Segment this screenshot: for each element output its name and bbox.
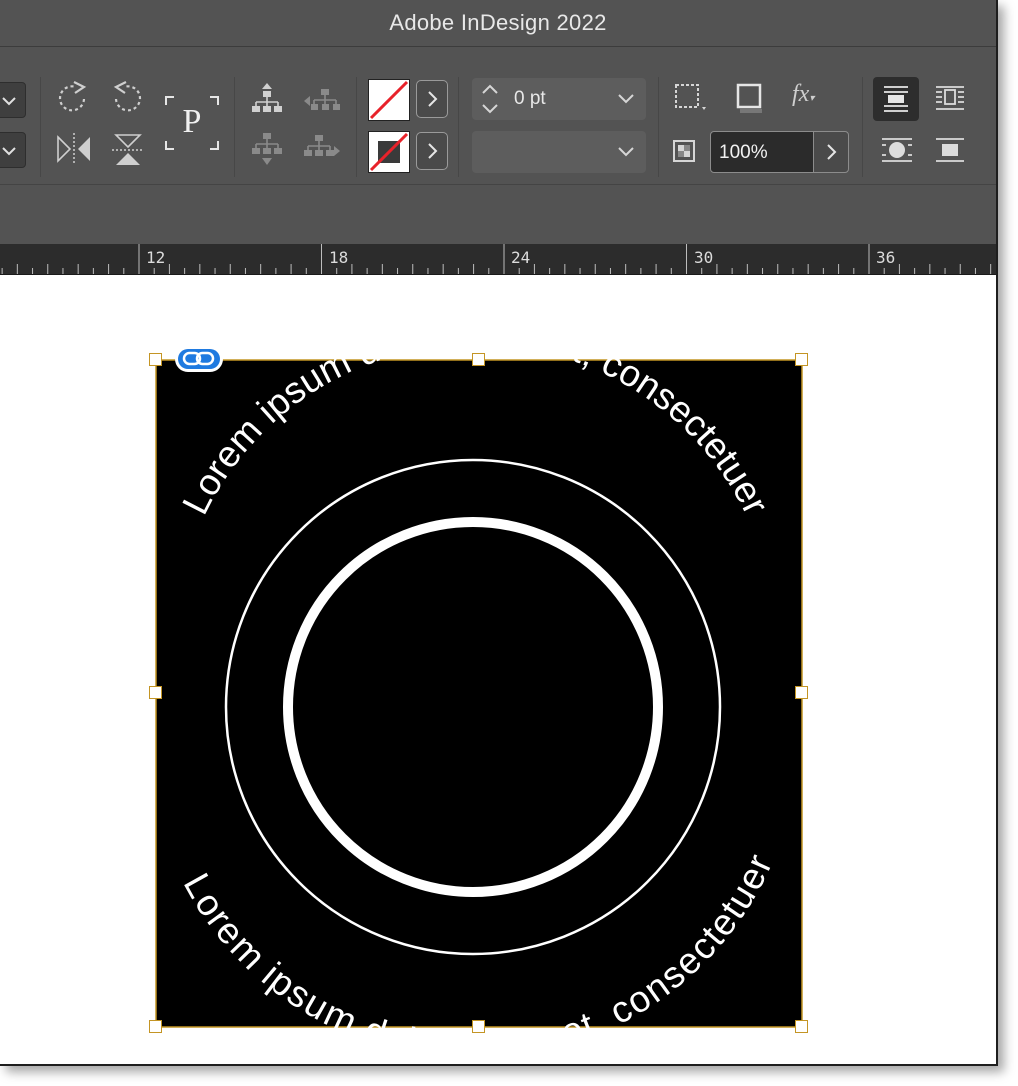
fx-effects-button[interactable]: fx▾ <box>792 81 832 115</box>
none-color-icon <box>369 80 409 120</box>
paragraph-proxy-icon[interactable]: P <box>164 95 220 151</box>
chevron-right-icon <box>827 144 837 160</box>
resize-handle-top-left[interactable] <box>149 353 162 366</box>
ruler-label: 30 <box>694 248 714 267</box>
none-stroke-icon <box>369 132 409 172</box>
stroke-swatch[interactable] <box>368 131 410 173</box>
select-previous-object-icon[interactable] <box>302 81 342 115</box>
stroke-weight-value: 0 pt <box>514 88 546 109</box>
reference-point-dropdown[interactable] <box>0 82 26 118</box>
panel-area <box>0 184 996 245</box>
opacity-icon <box>673 140 695 162</box>
chevron-down-icon <box>618 147 634 157</box>
no-text-wrap-button[interactable] <box>873 77 919 121</box>
control-panel: P 0 pt fx▾ 100% <box>0 47 996 184</box>
chevron-down-icon <box>2 97 16 106</box>
flip-vertical-icon[interactable] <box>108 131 148 169</box>
resize-handle-left[interactable] <box>149 686 162 699</box>
chevron-down-icon <box>2 147 16 156</box>
select-content-icon[interactable] <box>250 131 284 167</box>
shear-dropdown[interactable] <box>0 132 26 168</box>
ruler-label: 18 <box>329 248 349 267</box>
resize-handle-top-right[interactable] <box>795 353 808 366</box>
opacity-value: 100% <box>719 142 768 163</box>
proxy-letter: P <box>182 103 202 140</box>
opacity-menu-button[interactable] <box>813 131 849 173</box>
page-artwork: Lorem ipsum dolor sit amet, consectetuer… <box>155 312 803 1064</box>
rotate-clockwise-icon[interactable] <box>54 79 94 115</box>
opacity-input[interactable]: 100% <box>710 131 814 173</box>
stroke-swatch-menu-button[interactable] <box>416 132 448 170</box>
wrap-around-object-shape-icon[interactable] <box>878 131 918 171</box>
stroke-weight-field[interactable]: 0 pt <box>472 78 646 120</box>
shadow-frame-icon[interactable] <box>732 79 768 117</box>
separator <box>458 77 459 177</box>
link-icon[interactable] <box>175 346 223 372</box>
jump-object-icon[interactable] <box>930 131 970 171</box>
resize-handle-top[interactable] <box>472 353 485 366</box>
separator <box>40 77 41 177</box>
rotate-counterclockwise-icon[interactable] <box>108 79 148 115</box>
wrap-around-bounding-box-icon[interactable] <box>930 79 970 119</box>
ruler-label: 36 <box>876 248 896 267</box>
window-title: Adobe InDesign 2022 <box>389 10 607 35</box>
ruler-label: 12 <box>146 248 166 267</box>
chevron-right-icon <box>428 91 438 107</box>
stepper-icon[interactable] <box>478 79 502 119</box>
separator <box>356 77 357 177</box>
document-canvas[interactable]: Lorem ipsum dolor sit amet, consectetuer… <box>0 275 996 1064</box>
chevron-right-icon <box>428 143 438 159</box>
fill-swatch-menu-button[interactable] <box>416 80 448 118</box>
flip-horizontal-icon[interactable] <box>54 131 94 167</box>
select-next-object-icon[interactable] <box>302 131 342 165</box>
wrap-none-icon <box>884 86 908 112</box>
chevron-down-icon[interactable] <box>614 79 638 119</box>
horizontal-ruler[interactable]: 12 18 24 30 36 <box>0 244 996 275</box>
fill-swatch[interactable] <box>368 79 410 121</box>
resize-handle-right[interactable] <box>795 686 808 699</box>
ruler-label: 24 <box>511 248 531 267</box>
select-container-icon[interactable] <box>250 81 284 115</box>
resize-handle-bottom-right[interactable] <box>795 1020 808 1033</box>
stroke-type-dropdown[interactable] <box>472 131 646 173</box>
resize-handle-bottom[interactable] <box>472 1020 485 1033</box>
indesign-window: Adobe InDesign 2022 P 0 pt fx▾ 100% 12 1… <box>0 0 998 1066</box>
resize-handle-bottom-left[interactable] <box>149 1020 162 1033</box>
drop-shadow-icon[interactable] <box>672 81 710 117</box>
separator <box>862 77 863 177</box>
separator <box>234 77 235 177</box>
title-bar: Adobe InDesign 2022 <box>0 0 996 46</box>
fx-icon: fx <box>792 81 810 107</box>
separator <box>658 77 659 177</box>
